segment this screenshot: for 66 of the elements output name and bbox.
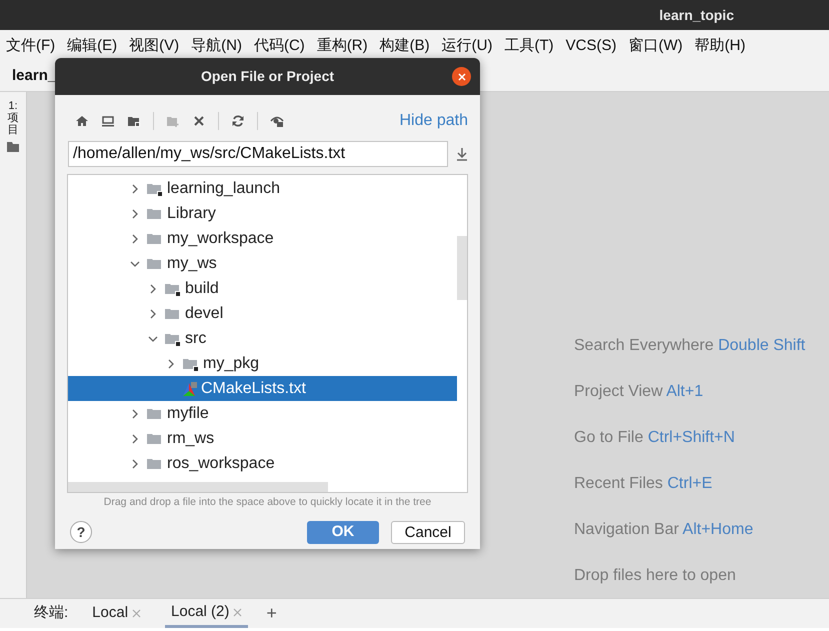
download-icon[interactable] bbox=[456, 147, 468, 161]
eye-icon[interactable] bbox=[270, 114, 284, 128]
tree-row[interactable]: devel bbox=[68, 301, 457, 326]
tree-row[interactable]: rm_ws bbox=[68, 426, 457, 451]
chevron-right-icon[interactable] bbox=[166, 358, 176, 368]
chevron-right-icon[interactable] bbox=[130, 408, 140, 418]
menu-item[interactable]: VCS(S) bbox=[566, 34, 616, 58]
menu-item[interactable]: 构建(B) bbox=[380, 34, 430, 58]
ok-button[interactable]: OK bbox=[307, 520, 379, 544]
chevron-down-icon[interactable] bbox=[130, 258, 140, 268]
chevron-right-icon[interactable] bbox=[130, 434, 140, 444]
terminal-tab[interactable]: Local bbox=[86, 599, 148, 628]
window-title: learn_topic bbox=[659, 6, 734, 25]
chevron-right-icon[interactable] bbox=[130, 208, 140, 218]
terminal-label: 终端: bbox=[34, 603, 68, 624]
delete-icon[interactable] bbox=[192, 114, 206, 128]
menu-item[interactable]: 视图(V) bbox=[129, 34, 180, 58]
tree-row[interactable]: src bbox=[68, 326, 457, 351]
menu-item[interactable]: 代码(C) bbox=[254, 34, 305, 58]
folder-icon bbox=[7, 142, 19, 152]
chevron-right-icon[interactable] bbox=[148, 308, 158, 318]
menu-item[interactable]: 重构(R) bbox=[316, 34, 368, 58]
project-tab[interactable]: learn_ bbox=[12, 65, 56, 88]
scrollbar[interactable] bbox=[68, 482, 328, 492]
monitor-icon[interactable] bbox=[101, 114, 115, 128]
menu-item[interactable]: 工具(T) bbox=[504, 34, 554, 58]
tree-row[interactable]: my_ws bbox=[68, 251, 457, 276]
shortcut-hint: Go to File Ctrl+Shift+N bbox=[574, 428, 736, 448]
chevron-right-icon[interactable] bbox=[130, 184, 140, 194]
home-icon[interactable] bbox=[75, 114, 89, 128]
tree-row[interactable]: ros_workspace bbox=[68, 451, 457, 476]
chevron-down-icon[interactable] bbox=[148, 334, 158, 344]
shortcut-hint: Drop files here to open bbox=[574, 566, 737, 586]
refresh-icon[interactable] bbox=[231, 114, 245, 128]
menu-item[interactable]: 导航(N) bbox=[191, 34, 242, 58]
folder-icon[interactable] bbox=[127, 114, 141, 128]
file-icon bbox=[182, 380, 198, 396]
tree-row[interactable]: my_pkg bbox=[68, 351, 457, 376]
tree-row[interactable]: learning_launch bbox=[68, 176, 457, 201]
menu-item[interactable]: 运行(U) bbox=[442, 34, 492, 58]
cancel-button[interactable]: Cancel bbox=[391, 520, 465, 544]
shortcut-hint: Search Everywhere Double Shift bbox=[574, 336, 806, 356]
chevron-right-icon[interactable] bbox=[130, 458, 140, 468]
menu-item[interactable]: 窗口(W) bbox=[628, 34, 683, 58]
help-button[interactable]: ? bbox=[70, 521, 92, 544]
scrollbar[interactable] bbox=[457, 236, 467, 300]
tree-row[interactable]: build bbox=[68, 276, 457, 301]
shortcut-hint: Recent Files Ctrl+E bbox=[574, 474, 714, 494]
tree-row[interactable]: Library bbox=[68, 201, 457, 226]
project-tool-tab[interactable]: 1: 项目 bbox=[8, 100, 18, 136]
shortcut-hint: Navigation Bar Alt+Home bbox=[574, 520, 754, 540]
path-field[interactable]: /home/allen/my_ws/src/CMakeLists.txt bbox=[68, 141, 448, 167]
tree-row[interactable]: my_workspace bbox=[68, 226, 457, 251]
drag-hint: Drag and drop a file into the space above to quickly locate it in the tree bbox=[102, 495, 432, 510]
menu-item[interactable]: 帮助(H) bbox=[694, 34, 746, 58]
menu-item[interactable]: 编辑(E) bbox=[67, 34, 118, 58]
tree-row[interactable]: CMakeLists.txt bbox=[68, 376, 457, 401]
menu-item[interactable]: 文件(F) bbox=[6, 34, 56, 58]
close-button[interactable] bbox=[452, 67, 471, 86]
chevron-right-icon[interactable] bbox=[130, 234, 140, 244]
add-tab-button[interactable]: + bbox=[266, 600, 277, 627]
shortcut-hint: Project View Alt+1 bbox=[574, 382, 704, 402]
hide-path-link[interactable]: Hide path bbox=[400, 109, 468, 133]
dialog-title: Open File or Project bbox=[200, 67, 334, 86]
chevron-right-icon[interactable] bbox=[148, 284, 158, 294]
tree-row[interactable]: myfile bbox=[68, 401, 457, 426]
